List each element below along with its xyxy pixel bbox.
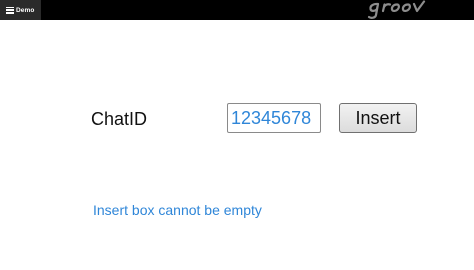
- groov-logo: [367, 0, 426, 19]
- menu-label: Demo: [16, 6, 35, 14]
- menu-button[interactable]: Demo: [0, 0, 41, 20]
- hamburger-menu-icon: [6, 6, 14, 14]
- chat-id-label: ChatID: [91, 109, 148, 129]
- validation-error-message: Insert box cannot be empty: [93, 202, 262, 218]
- top-bar: Demo: [0, 0, 474, 20]
- chat-id-input[interactable]: [227, 103, 321, 133]
- insert-button[interactable]: Insert: [339, 103, 417, 133]
